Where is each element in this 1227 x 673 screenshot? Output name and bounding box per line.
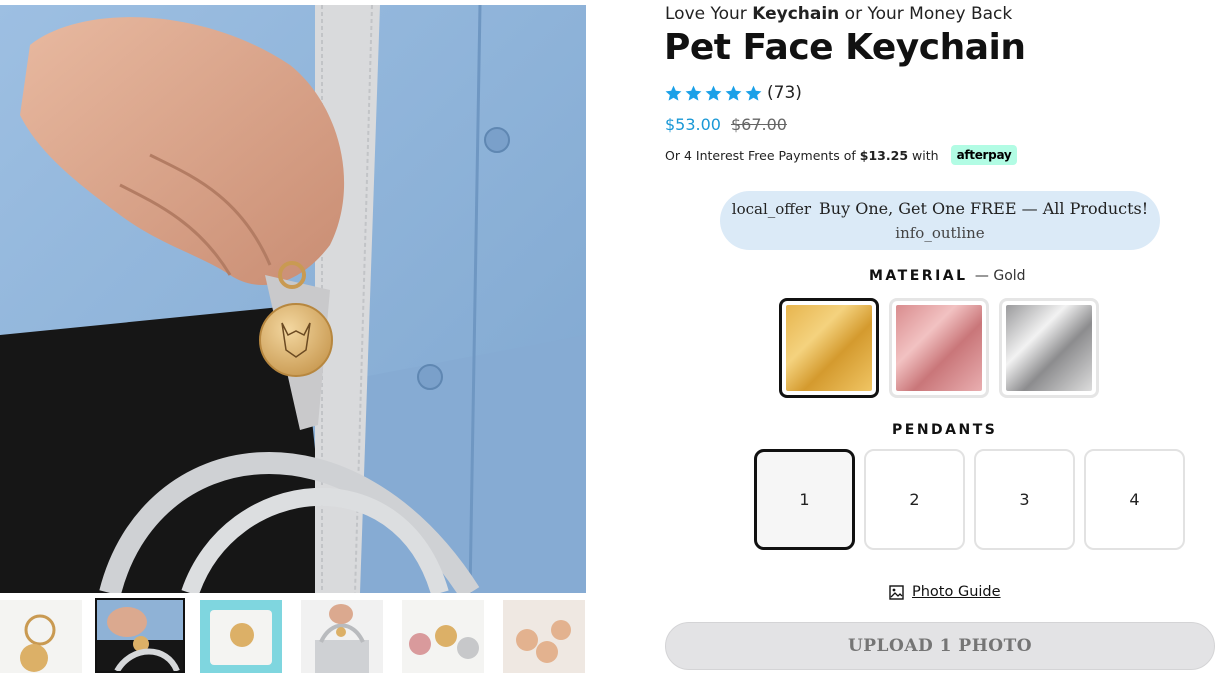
installment-info: Or 4 Interest Free Payments of $13.25 wi…	[665, 145, 1018, 165]
star-icon	[705, 85, 722, 101]
swatch-gold[interactable]	[779, 298, 879, 398]
main-product-photo[interactable]	[0, 5, 586, 593]
money-back-tagline: Love Your Keychain or Your Money Back	[665, 4, 1013, 24]
star-icon	[685, 85, 702, 101]
image-icon	[889, 584, 904, 600]
thumbnail-3[interactable]	[200, 600, 282, 673]
product-title: Pet Face Keychain	[664, 27, 1026, 68]
promo-banner[interactable]: local_offer Buy One, Get One FREE — All …	[720, 191, 1160, 250]
installment-amount: $13.25	[859, 147, 909, 163]
thumbnail-5[interactable]	[402, 600, 484, 673]
swatch-rose-gold[interactable]	[889, 298, 989, 398]
photo-guide-label: Photo Guide	[912, 584, 1001, 600]
promo-text: Buy One, Get One FREE — All Products!	[819, 199, 1149, 218]
local-offer-icon: local_offer	[731, 200, 812, 218]
info-outline-icon[interactable]: info_outline	[720, 224, 1160, 242]
current-price: $53.00	[665, 115, 721, 134]
star-icon	[665, 85, 682, 101]
star-icon	[725, 85, 742, 101]
keychain-held-photo	[0, 5, 586, 593]
upload-photo-button[interactable]: UPLOAD 1 PHOTO	[665, 622, 1215, 670]
thumbnail-4[interactable]	[301, 600, 383, 673]
photo-guide-link[interactable]: Photo Guide	[889, 584, 1001, 600]
thumbnail-1[interactable]	[0, 600, 82, 673]
pendant-option-2[interactable]: 2	[864, 449, 965, 550]
pendants-label: PENDANTS	[892, 422, 998, 438]
swatch-silver[interactable]	[999, 298, 1099, 398]
price-row: $53.00 $67.00	[665, 115, 787, 134]
pendant-option-3[interactable]: 3	[974, 449, 1075, 550]
star-icon	[745, 85, 762, 101]
pendant-option-4[interactable]: 4	[1084, 449, 1185, 550]
afterpay-logo[interactable]: afterpay	[950, 145, 1018, 165]
installment-prefix: Or 4 Interest Free Payments of	[665, 147, 856, 163]
installment-suffix: with	[912, 147, 939, 163]
pendant-option-1[interactable]: 1	[754, 449, 855, 550]
thumbnail-6[interactable]	[503, 600, 585, 673]
thumbnail-strip	[0, 598, 590, 673]
material-label: MATERIAL — Gold	[869, 268, 1026, 284]
thumbnail-2[interactable]	[95, 598, 185, 673]
star-rating	[664, 84, 763, 103]
product-rating[interactable]: (73)	[664, 83, 802, 103]
review-count: (73)	[767, 83, 802, 103]
material-selected: — Gold	[974, 268, 1026, 284]
original-price: $67.00	[730, 115, 787, 134]
